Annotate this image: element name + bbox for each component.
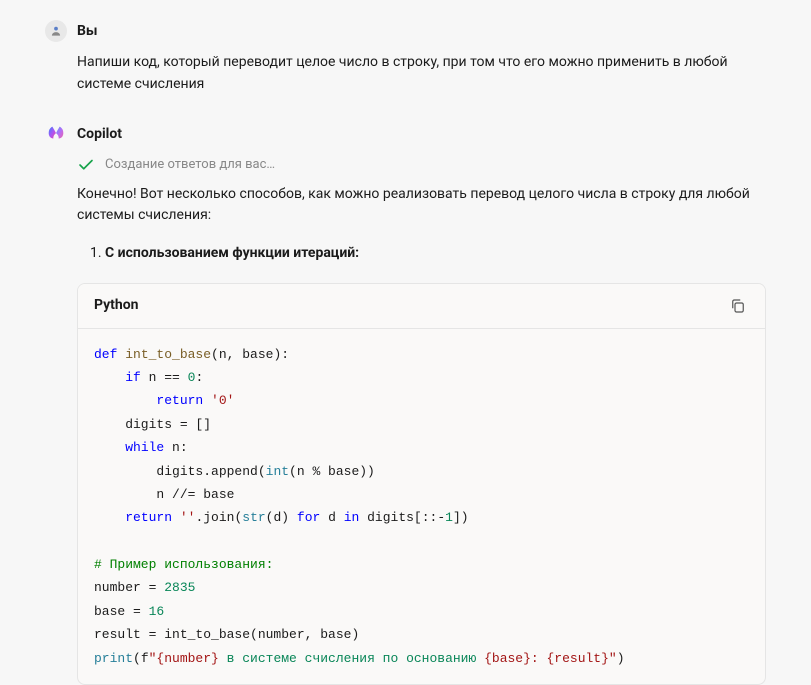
assistant-intro-text: Конечно! Вот несколько способов, как мож… (77, 184, 766, 227)
copy-code-button[interactable] (727, 295, 749, 317)
assistant-header: Copilot (45, 123, 766, 145)
generation-status: Создание ответов для вас… (77, 155, 766, 175)
method-list-item: 1. С использованием функции итераций: (90, 243, 766, 265)
user-message: Вы Напиши код, который переводит целое ч… (45, 20, 766, 95)
copy-icon (729, 297, 747, 315)
code-language-label: Python (94, 295, 139, 317)
user-name-label: Вы (77, 23, 98, 39)
assistant-message: Copilot Создание ответов для вас… Конечн… (45, 123, 766, 685)
user-message-text: Напиши код, который переводит целое числ… (77, 52, 766, 95)
code-block: Python def int_to_base(n, base): if n ==… (77, 283, 766, 685)
list-marker: 1. (90, 245, 102, 261)
user-header: Вы (45, 20, 766, 42)
code-body[interactable]: def int_to_base(n, base): if n == 0: ret… (78, 329, 765, 684)
user-avatar-icon (45, 20, 67, 42)
assistant-name-label: Copilot (77, 126, 122, 142)
status-text: Создание ответов для вас… (105, 155, 275, 175)
code-header: Python (78, 284, 765, 329)
copilot-avatar-icon (45, 123, 67, 145)
checkmark-icon (77, 156, 95, 174)
list-item-title: С использованием функции итераций: (105, 245, 359, 261)
